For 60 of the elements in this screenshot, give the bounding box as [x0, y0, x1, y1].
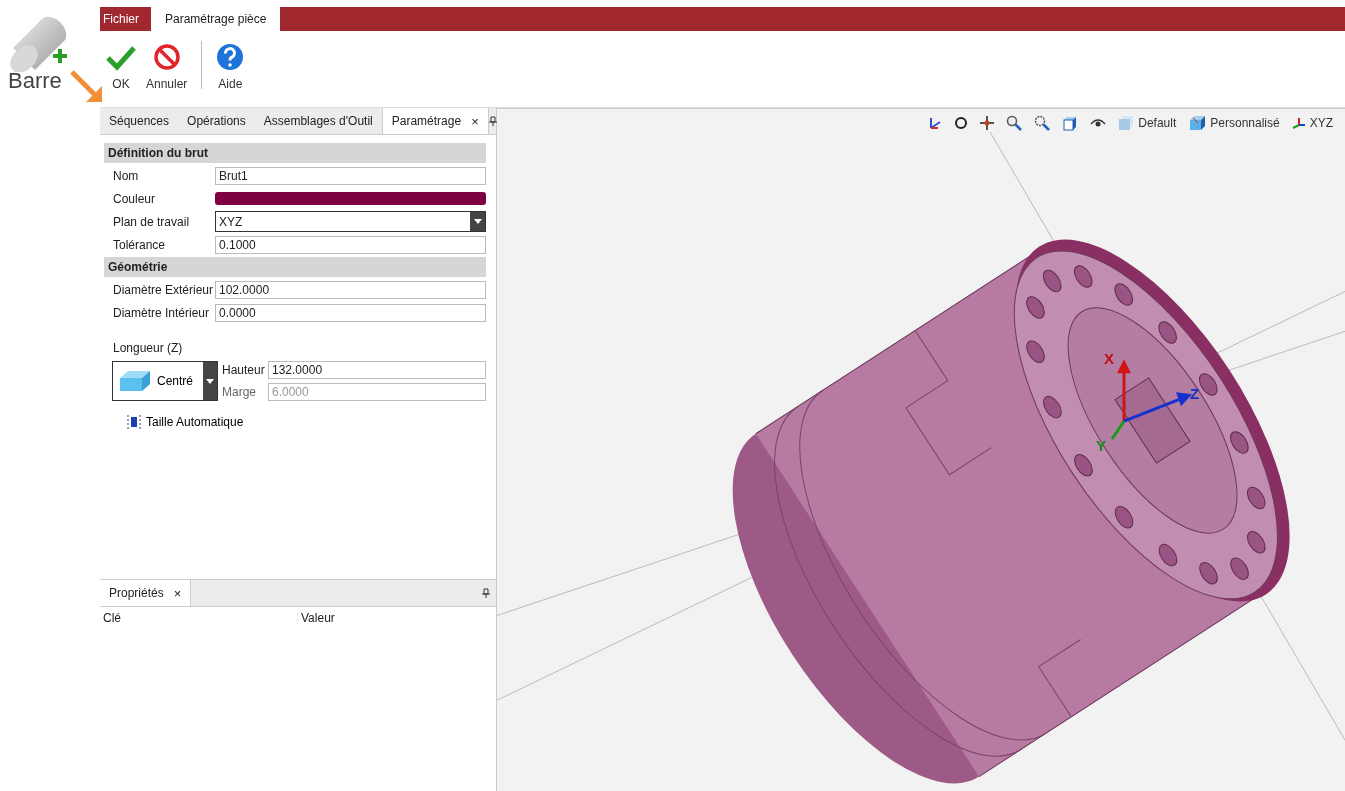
- field-label: Plan de travail: [112, 214, 191, 229]
- input-field[interactable]: Brut1: [215, 166, 486, 185]
- default-view-button[interactable]: Default: [1118, 115, 1177, 131]
- panel-tab[interactable]: Paramétrage ×: [381, 108, 489, 134]
- section-header: Définition du brut: [104, 143, 486, 163]
- input-field[interactable]: 132.0000: [268, 361, 486, 379]
- panel-tab[interactable]: Séquences: [100, 108, 179, 134]
- input-field[interactable]: 102.0000: [215, 280, 486, 299]
- field-label: Marge: [222, 385, 257, 399]
- pin-icon[interactable]: [488, 116, 497, 126]
- box-icon: [118, 369, 152, 393]
- axes-button[interactable]: XYZ: [1291, 116, 1333, 130]
- pointer-arrow: [70, 70, 104, 104]
- pan-icon[interactable]: [980, 116, 995, 130]
- ribbon-tab[interactable]: Fichier: [100, 7, 151, 31]
- ok-button[interactable]: OK: [104, 37, 138, 93]
- section-header: Géométrie: [104, 257, 486, 277]
- dropdown[interactable]: XYZ: [215, 211, 486, 232]
- close-icon[interactable]: ×: [471, 113, 479, 129]
- checkmark-icon: [106, 45, 136, 71]
- field-label: Tolérance: [112, 237, 167, 252]
- field-label: Hauteur: [222, 363, 264, 377]
- cube-icon[interactable]: [1062, 115, 1079, 131]
- mode-dropdown[interactable]: Centré: [112, 361, 218, 401]
- caret-icon: [473, 219, 482, 224]
- panel-tab[interactable]: Assemblages d'Outil: [254, 108, 382, 134]
- help-button[interactable]: Aide: [214, 37, 247, 93]
- field-label: Diamètre Intérieur: [112, 305, 211, 320]
- column-header: Valeur: [297, 611, 495, 625]
- axis-label: Z: [1190, 385, 1200, 403]
- pin-icon[interactable]: [482, 588, 490, 598]
- close-icon[interactable]: ×: [173, 585, 182, 601]
- zoom-window-icon[interactable]: [1034, 115, 1051, 131]
- eye-icon[interactable]: [1090, 118, 1107, 128]
- color-swatch[interactable]: [215, 192, 486, 205]
- command-label: Barre: [8, 68, 62, 94]
- axis-triad-icon: [1291, 117, 1306, 129]
- caret-icon: [206, 378, 214, 384]
- cancel-button[interactable]: Annuler: [144, 37, 190, 93]
- length-label: Longueur (Z): [113, 341, 184, 355]
- field-label: Nom: [112, 168, 140, 183]
- column-header: Clé: [102, 611, 122, 625]
- axis-triad-icon[interactable]: [928, 116, 943, 130]
- field-label: Couleur: [112, 191, 157, 206]
- prohibited-icon: [152, 43, 181, 71]
- rotate-icon[interactable]: [954, 116, 969, 130]
- resize-icon: [126, 414, 142, 430]
- auto-size-button[interactable]: Taille Automatique: [120, 413, 250, 431]
- input-field[interactable]: 0.0000: [215, 303, 486, 322]
- custom-view-button[interactable]: Personnalisé: [1188, 115, 1280, 131]
- zoom-icon[interactable]: [1006, 115, 1023, 131]
- layers-icon: [1118, 115, 1135, 131]
- input-field[interactable]: 0.1000: [215, 235, 486, 254]
- help-icon: [216, 43, 245, 71]
- cube-icon: [1188, 115, 1207, 131]
- field-label: Diamètre Extérieur: [112, 282, 215, 297]
- panel-tab[interactable]: Propriétés ×: [100, 580, 192, 606]
- axis-label: Y: [1096, 437, 1106, 454]
- axis-label: X: [1104, 350, 1114, 368]
- panel-tab[interactable]: Opérations: [178, 108, 255, 134]
